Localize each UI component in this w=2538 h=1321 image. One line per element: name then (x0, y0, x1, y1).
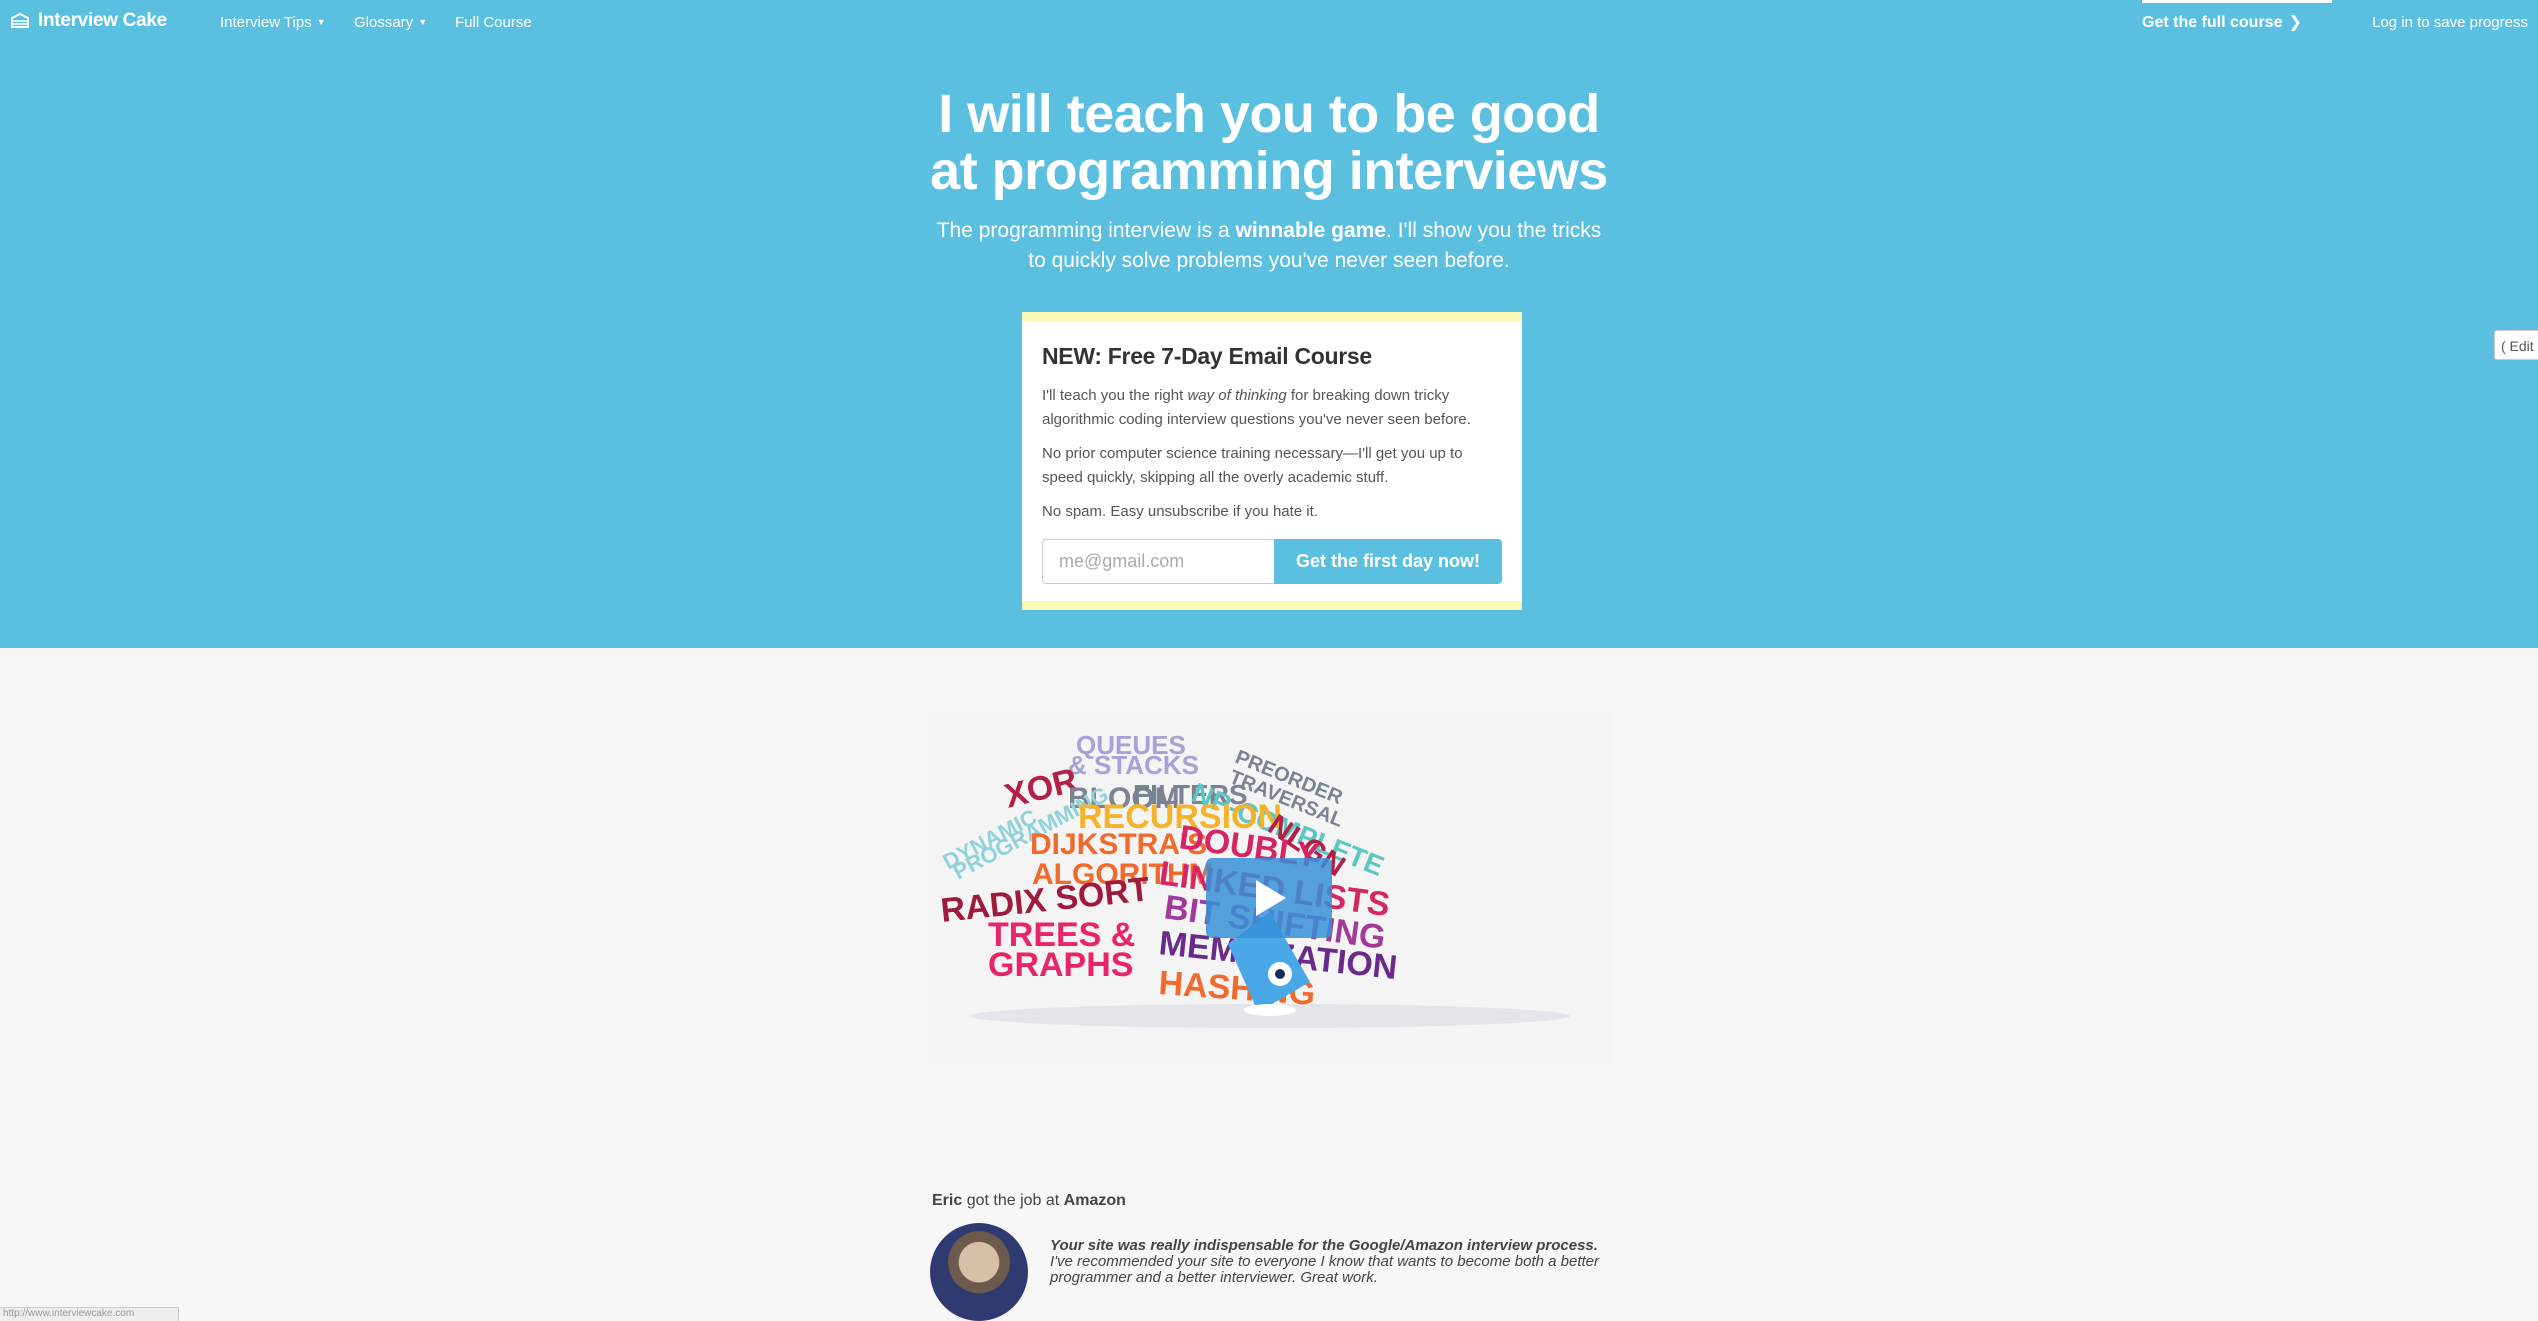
quote-emphasis: Your site was really indispensable for t… (1050, 1237, 1598, 1254)
hero-subtitle-text: The programming interview is a (936, 219, 1236, 242)
caret-down-icon: ▼ (418, 17, 428, 27)
play-icon[interactable] (1206, 858, 1332, 938)
top-navbar: Interview Cake Interview Tips ▼ Glossary ▼… (0, 0, 2538, 46)
hero-title: I will teach you to be good at programmi… (0, 86, 2538, 200)
status-bar-url: http://www.interviewcake.com (0, 1307, 179, 1321)
signup-paragraph-3: No spam. Easy unsubscribe if you hate it… (1042, 503, 1318, 520)
hero-subtitle-text: . I'll show you the tricks (1386, 219, 1602, 242)
nav-item-label: Interview Tips (220, 14, 312, 31)
nav-item-label: Full Course (455, 14, 532, 31)
hero-title-line-2: at programming interviews (930, 141, 1608, 201)
signup-form: Get the first day now! (1042, 539, 1502, 584)
testimonial-text: got the job at (962, 1192, 1064, 1209)
hero-subtitle: The programming interview is a winnable … (0, 216, 2538, 276)
nav-item-label: Glossary (354, 14, 414, 31)
testimonial-heading: Eric got the job at Amazon (932, 1192, 1126, 1210)
avatar (930, 1223, 1028, 1321)
cta-highlight-bar (2142, 0, 2332, 3)
chevron-right-icon: ❯ (2288, 14, 2302, 31)
hero-section: I will teach you to be good at programmi… (0, 46, 2538, 648)
testimonial-name: Eric (932, 1192, 963, 1209)
cta-label: Get the full course (2142, 14, 2283, 31)
hero-subtitle-line-2: to quickly solve problems you've never s… (1028, 249, 1510, 272)
nav-item-full-course[interactable]: Full Course (455, 14, 532, 31)
email-course-signup-box: NEW: Free 7-Day Email Course I'll teach … (1022, 312, 1522, 610)
testimonial-quote: Your site was really indispensable for t… (1050, 1238, 1610, 1286)
intro-video[interactable]: QUEUES & STACKS PREORDER TRAVERSAL XOR BLOOM F… (928, 712, 1612, 1064)
nav-item-interview-tips[interactable]: Interview Tips ▼ (220, 14, 326, 31)
signup-heading: NEW: Free 7-Day Email Course (1042, 343, 1372, 369)
login-link[interactable]: Log in to save progress (2372, 14, 2528, 31)
hero-subtitle-emphasis: winnable game (1235, 219, 1387, 242)
cake-icon (11, 12, 29, 28)
signup-paragraph-1: I'll teach you the right way of thinking… (1042, 384, 1502, 432)
signup-paragraph-2: No prior computer science training neces… (1042, 445, 1463, 486)
edit-tab[interactable]: ( Edit (2494, 330, 2538, 360)
hero-title-line-1: I will teach you to be good (938, 84, 1600, 144)
get-first-day-button[interactable]: Get the first day now! (1274, 539, 1502, 584)
signup-emphasis: way of thinking (1187, 387, 1287, 404)
testimonial-company: Amazon (1063, 1192, 1126, 1209)
brand-logo-link[interactable]: Interview Cake (10, 10, 167, 32)
email-input[interactable] (1042, 539, 1274, 584)
quote-text: I've recommended your site to everyone I… (1050, 1253, 1599, 1286)
word-cloud-word: GRAPHS (988, 946, 1133, 984)
signup-text: I'll teach you the right (1042, 387, 1188, 404)
word-cloud-word: & STACKS (1068, 750, 1199, 780)
brand-name: Interview Cake (38, 10, 167, 31)
get-full-course-link[interactable]: Get the full course ❯ (2142, 12, 2302, 32)
caret-down-icon: ▼ (316, 17, 326, 27)
nav-item-glossary[interactable]: Glossary ▼ (354, 14, 427, 31)
